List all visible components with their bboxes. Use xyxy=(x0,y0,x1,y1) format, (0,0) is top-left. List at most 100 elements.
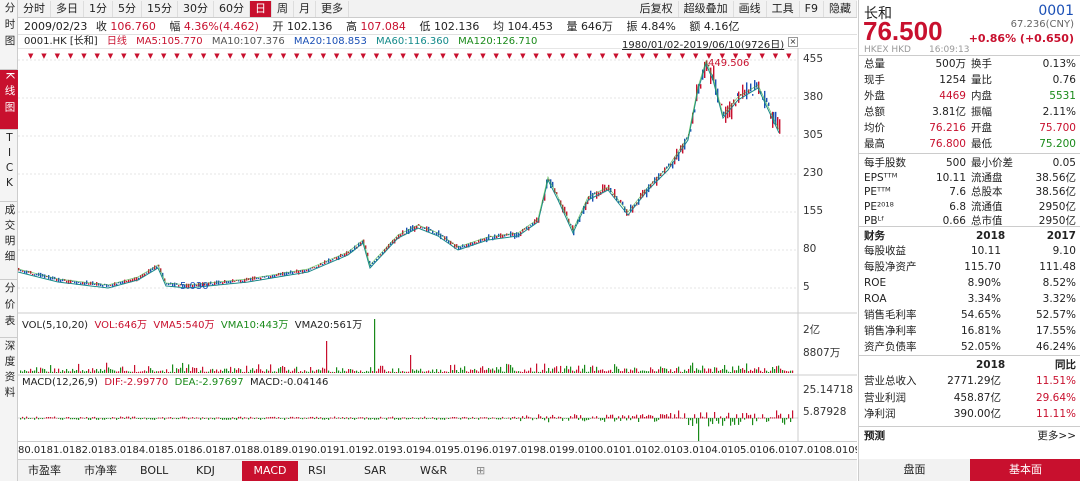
event-flag: ▼ xyxy=(414,52,420,60)
volume-bar xyxy=(778,365,780,373)
tab-boll[interactable]: BOLL xyxy=(130,461,186,481)
tab-intraday[interactable]: 分时图 xyxy=(0,0,18,70)
macd-bar xyxy=(128,416,130,419)
stats-row: 现手 1254 量比 0.76 xyxy=(859,72,1080,88)
tools-button[interactable]: 工具 xyxy=(767,0,800,17)
macd-bar xyxy=(272,416,274,419)
macd-bar xyxy=(222,418,224,420)
volume-bar xyxy=(644,370,646,373)
period-intraday[interactable]: 分时 xyxy=(18,0,51,17)
vma20-value: VMA20:561万 xyxy=(294,320,363,331)
volume-bar xyxy=(612,371,614,373)
macd-bar xyxy=(308,417,310,419)
tab-kline[interactable]: K线图 xyxy=(0,70,18,130)
macd-bar xyxy=(286,417,288,419)
hide-button[interactable]: 隐藏 xyxy=(824,0,857,17)
macd-bar xyxy=(768,418,770,422)
tab-pe[interactable]: 市盈率 xyxy=(18,461,74,481)
macd-bar xyxy=(118,418,120,419)
period-multiday[interactable]: 多日 xyxy=(51,0,84,17)
tab-price-table[interactable]: 分价表 xyxy=(0,280,18,338)
event-flag: ▼ xyxy=(467,52,473,60)
macd-bar xyxy=(130,418,132,420)
period-1min[interactable]: 1分 xyxy=(84,0,113,17)
volume-bar xyxy=(214,371,216,373)
macd-bar xyxy=(230,418,232,420)
volume-bar xyxy=(742,368,744,373)
macd-bar xyxy=(166,417,168,419)
volume-bar xyxy=(158,371,160,373)
volume-bar xyxy=(448,371,450,373)
tab-tick[interactable]: TICK xyxy=(0,130,18,202)
macd-bar xyxy=(762,414,764,419)
tab-kdj[interactable]: KDJ xyxy=(186,461,242,481)
event-flag: ▼ xyxy=(587,52,593,60)
macd-bar xyxy=(314,418,316,420)
tab-macd[interactable]: MACD xyxy=(242,460,298,481)
period-5min[interactable]: 5分 xyxy=(113,0,142,17)
add-indicator-icon[interactable]: ⊞ xyxy=(466,461,495,481)
macd-bar xyxy=(144,417,146,419)
candle-mark xyxy=(746,82,748,100)
tab-wr[interactable]: W&R xyxy=(410,461,466,481)
fin-rows-row: ROA 3.34% 3.32% xyxy=(859,291,1080,307)
macd-bar xyxy=(96,418,98,420)
adjust-button[interactable]: 后复权 xyxy=(635,0,679,17)
macd-bar xyxy=(574,414,576,419)
overlay-button[interactable]: 超级叠加 xyxy=(679,0,734,17)
tab-sar[interactable]: SAR xyxy=(354,461,410,481)
event-flag: ▼ xyxy=(600,52,606,60)
volume-bar xyxy=(694,370,696,373)
macd-bar xyxy=(472,416,474,419)
volume-bar xyxy=(144,370,146,373)
period-more[interactable]: 更多 xyxy=(316,0,349,17)
tab-depth-data[interactable]: 深度资料 xyxy=(0,338,18,408)
macd-bar xyxy=(184,416,186,419)
event-flag: ▼ xyxy=(786,52,792,60)
f9-button[interactable]: F9 xyxy=(800,0,824,17)
fin-rows-cell: 每股收益 xyxy=(864,245,906,257)
period-day[interactable]: 日 xyxy=(250,0,272,17)
macd-bar xyxy=(278,417,280,419)
volume-bar xyxy=(740,368,742,373)
tab-fundamentals[interactable]: 基本面 xyxy=(970,459,1080,481)
macd-bar xyxy=(88,418,90,420)
macd-bar xyxy=(540,416,542,419)
candle-mark xyxy=(314,267,316,269)
volume-bar xyxy=(66,368,68,373)
fin2-rows-row: 净利润 390.00亿 11.11% xyxy=(859,406,1080,422)
more-link[interactable]: 更多>> xyxy=(1037,428,1076,444)
period-week[interactable]: 周 xyxy=(272,0,294,17)
close-icon[interactable]: × xyxy=(788,37,798,47)
volume-bar xyxy=(492,368,494,373)
dea-value: DEA:-2.97697 xyxy=(174,377,244,388)
volume-bar xyxy=(620,371,622,373)
macd-bar xyxy=(238,416,240,419)
tab-rsi[interactable]: RSI xyxy=(298,461,354,481)
period-60min[interactable]: 60分 xyxy=(214,0,250,17)
event-flag: ▼ xyxy=(653,52,659,60)
volume-bar xyxy=(278,368,280,373)
tab-trades[interactable]: 成交明细 xyxy=(0,202,18,280)
event-flag: ▼ xyxy=(560,52,566,60)
tab-market-panel[interactable]: 盘面 xyxy=(859,459,970,481)
tab-label: 深度资料 xyxy=(3,340,16,402)
event-flag: ▼ xyxy=(81,52,87,60)
tab-pb[interactable]: 市净率 xyxy=(74,461,130,481)
macd-value: MACD:-0.04146 xyxy=(250,377,329,388)
macd-legend: MACD(12,26,9) DIF:-2.99770 DEA:-2.97697 … xyxy=(22,377,328,388)
macd-bar xyxy=(90,418,92,420)
macd-bar xyxy=(584,418,586,422)
period-30min[interactable]: 30分 xyxy=(178,0,214,17)
macd-bar xyxy=(426,418,428,420)
volume-bar xyxy=(48,371,50,373)
volume-bar xyxy=(148,366,150,373)
volume-bar xyxy=(34,370,36,373)
period-15min[interactable]: 15分 xyxy=(142,0,178,17)
volume-bar xyxy=(84,371,86,373)
event-flag: ▼ xyxy=(693,52,699,60)
draw-line-button[interactable]: 画线 xyxy=(734,0,767,17)
macd-bar xyxy=(116,418,118,420)
period-month[interactable]: 月 xyxy=(294,0,316,17)
candle-mark xyxy=(22,270,24,272)
